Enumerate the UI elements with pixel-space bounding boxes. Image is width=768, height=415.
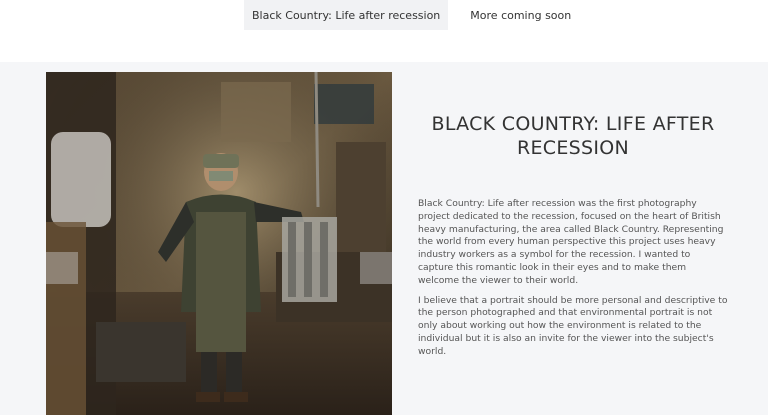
article-title: BLACK COUNTRY: LIFE AFTER RECESSION	[431, 113, 715, 159]
article-paragraph-1: Black Country: Life after recession was …	[418, 198, 724, 286]
project-tabs: Black Country: Life after recession More…	[244, 0, 579, 30]
worker-portrait-photo	[46, 72, 392, 415]
tab-more-coming-soon[interactable]: More coming soon	[462, 0, 579, 30]
project-section: BLACK COUNTRY: LIFE AFTER RECESSION Blac…	[0, 62, 768, 415]
tab-black-country[interactable]: Black Country: Life after recession	[244, 0, 449, 30]
article-text-column: BLACK COUNTRY: LIFE AFTER RECESSION Blac…	[418, 112, 728, 359]
previous-slide-button[interactable]	[46, 252, 78, 284]
top-navigation-bar: Black Country: Life after recession More…	[0, 0, 768, 62]
article-paragraph-2: I believe that a portrait should be more…	[418, 294, 728, 357]
next-slide-button[interactable]	[360, 252, 392, 284]
